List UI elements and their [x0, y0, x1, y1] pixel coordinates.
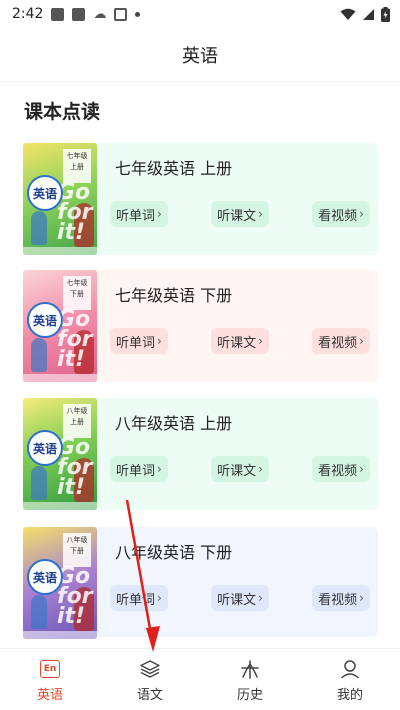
- cover-subject-badge: 英语: [27, 559, 63, 595]
- tab-label: 我的: [336, 688, 363, 703]
- watch-video-button[interactable]: 看视频 ›: [312, 201, 370, 227]
- listen-text-button[interactable]: 听课文 ›: [211, 201, 269, 227]
- cloud-icon: ☁: [93, 6, 107, 22]
- tab-english[interactable]: En 英语: [0, 649, 100, 710]
- listen-text-button[interactable]: 听课文 ›: [211, 456, 269, 482]
- listen-words-button[interactable]: 听单词 ›: [110, 456, 168, 482]
- cover-series-title: Go for it!: [57, 435, 93, 500]
- book-card[interactable]: 八年级 上册 Go for it! 英语 八年级英语 上册 听单词 › 听课文 › …: [23, 398, 378, 510]
- book-cover[interactable]: 八年级 下册 Go for it! 英语: [23, 527, 97, 639]
- listen-text-button[interactable]: 听课文 ›: [211, 328, 269, 354]
- cover-grade-label: 七年级 上册: [63, 149, 91, 183]
- en-icon: En: [40, 660, 60, 678]
- book-card[interactable]: 七年级 上册 Go for it! 英语 七年级英语 上册 听单词 › 听课文 › …: [23, 143, 378, 255]
- page-header: 英语: [0, 28, 400, 82]
- cover-strip: [23, 502, 97, 510]
- watch-video-button[interactable]: 看视频 ›: [312, 585, 370, 611]
- book-cover[interactable]: 七年级 下册 Go for it! 英语: [23, 270, 97, 382]
- chevron-right-icon: ›: [258, 462, 263, 476]
- cover-figure: [31, 338, 47, 372]
- cover-series-title: Go for it!: [57, 564, 93, 629]
- listen-words-button[interactable]: 听单词 ›: [110, 328, 168, 354]
- chevron-right-icon: ›: [157, 334, 162, 348]
- button-label: 听单词: [116, 592, 156, 608]
- square-notification-icon: [114, 7, 128, 21]
- tab-label: 历史: [236, 688, 263, 703]
- tab-chinese[interactable]: 语文: [100, 649, 200, 710]
- cover-figure: [31, 466, 47, 500]
- listen-words-button[interactable]: 听单词 ›: [110, 201, 168, 227]
- tab-profile[interactable]: 我的: [300, 649, 400, 710]
- cover-subject-badge: 英语: [27, 302, 63, 338]
- chevron-right-icon: ›: [258, 591, 263, 605]
- section-title: 课本点读: [24, 101, 101, 123]
- image-notification-icon: [51, 7, 65, 21]
- cover-strip: [23, 631, 97, 639]
- bottom-tab-bar: En 英语 语文 历史 我的: [0, 648, 400, 710]
- cover-subject-badge: 英语: [27, 430, 63, 466]
- button-label: 看视频: [318, 592, 358, 608]
- cover-series-title: Go for it!: [57, 180, 93, 245]
- button-label: 看视频: [318, 463, 358, 479]
- book-card[interactable]: 八年级 下册 Go for it! 英语 八年级英语 下册 听单词 › 听课文 › …: [23, 527, 378, 639]
- book-title[interactable]: 八年级英语 下册: [115, 539, 232, 563]
- chevron-right-icon: ›: [359, 591, 364, 605]
- cover-grade-label: 八年级 上册: [63, 404, 91, 438]
- tab-label: 语文: [136, 688, 163, 703]
- cover-grade-label: 七年级 下册: [63, 276, 91, 310]
- cover-figure: [31, 595, 47, 629]
- cover-figure: [31, 211, 47, 245]
- book-card[interactable]: 七年级 下册 Go for it! 英语 七年级英语 下册 听单词 › 听课文 › …: [23, 270, 378, 382]
- chevron-right-icon: ›: [359, 334, 364, 348]
- page-title: 英语: [182, 45, 218, 67]
- chevron-right-icon: ›: [359, 207, 364, 221]
- button-label: 听单词: [116, 335, 156, 351]
- layers-icon: [140, 660, 160, 678]
- cover-strip: [23, 247, 97, 255]
- watch-video-button[interactable]: 看视频 ›: [312, 456, 370, 482]
- chevron-right-icon: ›: [157, 462, 162, 476]
- button-label: 看视频: [318, 208, 358, 224]
- app-notification-icon: [72, 7, 86, 21]
- button-label: 听课文: [217, 335, 257, 351]
- status-time: 2:42: [12, 6, 44, 22]
- tab-label: 英语: [36, 688, 63, 703]
- book-title[interactable]: 七年级英语 上册: [115, 155, 232, 179]
- button-label: 听课文: [217, 592, 257, 608]
- chevron-right-icon: ›: [157, 207, 162, 221]
- book-cover[interactable]: 七年级 上册 Go for it! 英语: [23, 143, 97, 255]
- cover-strip: [23, 374, 97, 382]
- signal-icon: [363, 8, 374, 20]
- button-label: 听单词: [116, 208, 156, 224]
- book-cover[interactable]: 八年级 上册 Go for it! 英语: [23, 398, 97, 510]
- book-title[interactable]: 七年级英语 下册: [115, 282, 232, 306]
- more-notifications-icon: [135, 11, 141, 17]
- wifi-icon: [340, 8, 356, 20]
- button-label: 听单词: [116, 463, 156, 479]
- chevron-right-icon: ›: [258, 207, 263, 221]
- user-icon: [340, 660, 360, 679]
- tab-history[interactable]: 历史: [200, 649, 300, 710]
- chevron-right-icon: ›: [258, 334, 263, 348]
- cover-subject-badge: 英语: [27, 175, 63, 211]
- listen-words-button[interactable]: 听单词 ›: [110, 585, 168, 611]
- battery-icon: [381, 6, 390, 22]
- status-bar: 2:42 ☁: [0, 0, 400, 28]
- cover-grade-label: 八年级 下册: [63, 533, 91, 567]
- book-title[interactable]: 八年级英语 上册: [115, 410, 232, 434]
- button-label: 听课文: [217, 208, 257, 224]
- listen-text-button[interactable]: 听课文 ›: [211, 585, 269, 611]
- cover-series-title: Go for it!: [57, 307, 93, 372]
- watch-video-button[interactable]: 看视频 ›: [312, 328, 370, 354]
- chevron-right-icon: ›: [157, 591, 162, 605]
- history-icon: [241, 660, 259, 679]
- button-label: 看视频: [318, 335, 358, 351]
- chevron-right-icon: ›: [359, 462, 364, 476]
- button-label: 听课文: [217, 463, 257, 479]
